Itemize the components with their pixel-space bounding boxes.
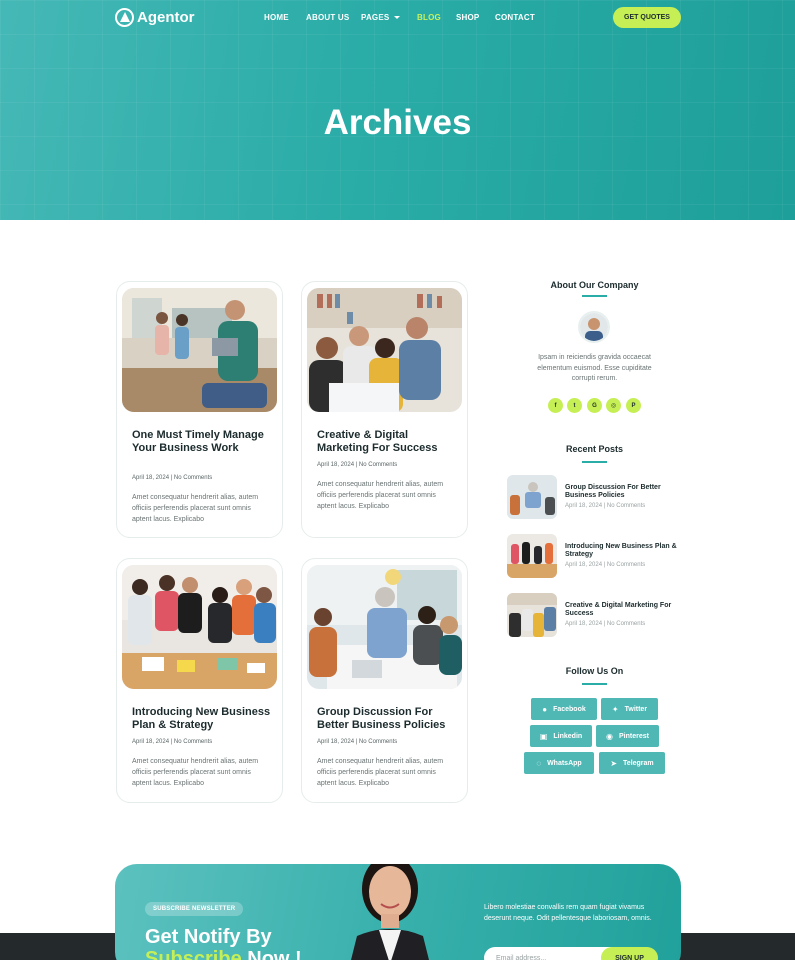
newsletter-woman-image: [351, 864, 429, 960]
logo-text: Agentor: [137, 9, 195, 26]
instagram-icon[interactable]: ◎: [606, 398, 621, 413]
post-meta: April 18, 2024 | No Comments: [317, 462, 398, 468]
site-logo[interactable]: Agentor: [115, 8, 195, 27]
about-heading: About Our Company: [550, 280, 639, 290]
recent-post-meta: April 18, 2024 | No Comments: [565, 621, 646, 627]
post-title[interactable]: Introducing New Business Plan & Strategy: [132, 706, 272, 732]
newsletter-heading-highlight: Subscribe: [145, 948, 242, 960]
post-title[interactable]: Group Discussion For Better Business Pol…: [317, 706, 457, 732]
avatar: [578, 311, 610, 343]
nav-blog[interactable]: BLOG: [417, 13, 441, 22]
heading-underline: [582, 295, 607, 297]
twitter-icon[interactable]: t: [567, 398, 582, 413]
post-title[interactable]: Creative & Digital Marketing For Success: [317, 429, 457, 455]
nav-about-us[interactable]: ABOUT US: [306, 13, 349, 22]
newsletter-text: Libero molestiae convallis rem quam fugi…: [484, 904, 652, 922]
hero-banner: Agentor HOME ABOUT US PAGES BLOG SHOP CO…: [0, 0, 795, 220]
twitter-button[interactable]: ✦ Twitter: [601, 698, 658, 720]
recent-post-meta: April 18, 2024 | No Comments: [565, 503, 646, 509]
meeting-image: [307, 565, 462, 689]
sign-up-button[interactable]: SIGN UP: [601, 947, 658, 960]
post-excerpt: Amet consequatur hendrerit alias, autem …: [317, 481, 444, 510]
post-image[interactable]: [307, 565, 462, 689]
follow-label: Linkedin: [553, 732, 583, 740]
thumb-image: [507, 475, 557, 519]
post-image[interactable]: [307, 288, 462, 412]
author-photo: [580, 313, 608, 341]
whatsapp-button[interactable]: ◌ WhatsApp: [524, 752, 594, 774]
linkedin-icon: ▣: [539, 731, 548, 741]
get-quotes-button[interactable]: GET QUOTES: [613, 7, 681, 28]
telegram-button[interactable]: ➤ Telegram: [599, 752, 665, 774]
newsletter-section: SUBSCRIBE NEWSLETTER Get Notify By Subsc…: [115, 864, 681, 960]
newsletter-badge: SUBSCRIBE NEWSLETTER: [145, 902, 244, 916]
nav-home[interactable]: HOME: [264, 13, 289, 22]
recent-post-thumb[interactable]: [507, 475, 557, 519]
post-meta: April 18, 2024 | No Comments: [132, 739, 213, 745]
telegram-icon: ➤: [610, 758, 618, 768]
about-text: Ipsam in reiciendis gravida occaecat ele…: [537, 354, 652, 382]
post-meta: April 18, 2024 | No Comments: [132, 475, 213, 481]
team-laptop-image: [307, 288, 462, 412]
post-meta: April 18, 2024 | No Comments: [317, 739, 398, 745]
recent-post-thumb[interactable]: [507, 534, 557, 578]
post-excerpt: Amet consequatur hendrerit alias, autem …: [132, 494, 259, 523]
facebook-icon: ●: [542, 704, 548, 714]
recent-post-title[interactable]: Creative & Digital Marketing For Success: [565, 602, 681, 617]
facebook-button[interactable]: ● Facebook: [531, 698, 597, 720]
follow-heading: Follow Us On: [565, 666, 624, 676]
follow-label: Telegram: [623, 759, 654, 767]
linkedin-button[interactable]: ▣ Linkedin: [530, 725, 592, 747]
facebook-icon[interactable]: f: [548, 398, 563, 413]
thumb-image: [507, 534, 557, 578]
follow-label: WhatsApp: [547, 759, 582, 767]
post-card[interactable]: One Must Timely Manage Your Business Wor…: [116, 281, 283, 538]
post-card[interactable]: Introducing New Business Plan & Strategy…: [116, 558, 283, 803]
nav-pages-label: PAGES: [361, 13, 390, 22]
office-team-image: [122, 288, 277, 412]
heading-underline: [582, 461, 607, 463]
chevron-down-icon: [394, 16, 401, 19]
logo-icon: [115, 8, 134, 27]
follow-label: Twitter: [624, 705, 648, 713]
whatsapp-icon: ◌: [536, 758, 542, 768]
recent-post-item[interactable]: Introducing New Business Plan & Strategy…: [507, 534, 681, 578]
recent-post-meta: April 18, 2024 | No Comments: [565, 562, 646, 568]
twitter-icon: ✦: [611, 704, 619, 714]
recent-post-title[interactable]: Group Discussion For Better Business Pol…: [565, 484, 681, 499]
page-title: Archives: [323, 103, 472, 142]
post-excerpt: Amet consequatur hendrerit alias, autem …: [132, 758, 259, 787]
nav-pages[interactable]: PAGES: [361, 13, 401, 22]
newsletter-heading-line1: Get Notify By: [145, 926, 272, 948]
thumb-image: [507, 593, 557, 637]
post-image[interactable]: [122, 288, 277, 412]
post-card[interactable]: Creative & Digital Marketing For Success…: [301, 281, 468, 538]
post-card[interactable]: Group Discussion For Better Business Pol…: [301, 558, 468, 803]
newsletter-heading: Get Notify By Subscribe Now !: [145, 926, 302, 960]
post-image[interactable]: [122, 565, 277, 689]
post-title[interactable]: One Must Timely Manage Your Business Wor…: [132, 429, 272, 455]
follow-label: Facebook: [553, 705, 586, 713]
follow-label: Pinterest: [619, 732, 649, 740]
post-excerpt: Amet consequatur hendrerit alias, autem …: [317, 758, 444, 787]
group-table-image: [122, 565, 277, 689]
google-icon[interactable]: G: [587, 398, 602, 413]
newsletter-heading-rest: Now !: [241, 948, 302, 960]
heading-underline: [582, 683, 607, 685]
pinterest-icon: ◉: [606, 731, 613, 741]
recent-posts-heading: Recent Posts: [565, 444, 624, 454]
recent-post-title[interactable]: Introducing New Business Plan & Strategy: [565, 543, 681, 558]
recent-post-thumb[interactable]: [507, 593, 557, 637]
nav-contact[interactable]: CONTACT: [495, 13, 535, 22]
recent-post-item[interactable]: Group Discussion For Better Business Pol…: [507, 475, 681, 519]
pinterest-button[interactable]: ◉ Pinterest: [596, 725, 659, 747]
recent-post-item[interactable]: Creative & Digital Marketing For Success…: [507, 593, 681, 637]
nav-shop[interactable]: SHOP: [456, 13, 479, 22]
pinterest-icon[interactable]: P: [626, 398, 641, 413]
